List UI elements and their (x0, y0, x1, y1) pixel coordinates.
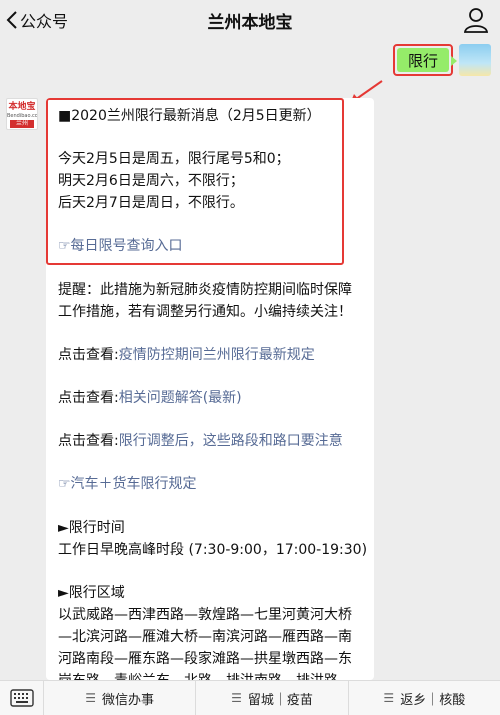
top-bar: 公众号 兰州本地宝 (0, 0, 500, 40)
bendibao-avatar[interactable]: 本地宝 Bendibao.com 兰州 (6, 98, 38, 130)
today-restriction: 今天2月5日是周五，限行尾号5和0； (58, 151, 290, 167)
back-button[interactable]: 公众号 (6, 0, 68, 40)
area-section-title: ►限行区域 (58, 585, 125, 601)
incoming-message: ■2020兰州限行最新消息（2月5日更新） 今天2月5日是周五，限行尾号5和0；… (46, 98, 374, 680)
view-prefix: 点击查看: (58, 347, 119, 363)
outgoing-message-highlight: 限行 (393, 44, 457, 76)
view-prefix: 点击查看: (58, 390, 119, 406)
page-title: 兰州本地宝 (207, 12, 293, 33)
area-text-3: 河路南段—雁东路—段家滩路—拱星墩西路—东 (58, 651, 352, 667)
faq-link[interactable]: 相关问题解答(最新) (119, 390, 242, 406)
reminder-line-2: 工作措施，若有调整另行通知。小编持续关注！ (58, 304, 352, 320)
menu-lines-icon: ☰ (383, 691, 395, 705)
avatar-logo-text: 本地宝 (8, 102, 36, 112)
view-link-row-2: 点击查看:相关问题解答(最新) (58, 388, 242, 408)
menu-item-label: 微信办事 (102, 692, 155, 708)
message-heading: ■2020兰州限行最新消息（2月5日更新） (58, 108, 321, 124)
time-section-title: ►限行时间 (58, 520, 125, 536)
user-avatar[interactable] (459, 44, 491, 76)
view-link-row-1: 点击查看:疫情防控期间兰州限行最新规定 (58, 345, 315, 365)
after-tomorrow-restriction: 后天2月7日是周日，不限行。 (58, 195, 244, 211)
reminder-line-1: 提醒：此措施为新冠肺炎疫情防控期间临时保障 (58, 282, 352, 298)
outgoing-message[interactable]: 限行 (397, 48, 457, 72)
bottom-menu: ☰ 微信办事 ☰ 留城｜疫苗 ☰ 返乡｜核酸 (0, 680, 500, 715)
menu-lines-icon: ☰ (231, 691, 242, 705)
keyboard-icon (9, 689, 34, 707)
menu-item-wechat-services[interactable]: ☰ 微信办事 (44, 680, 197, 715)
road-notice-link[interactable]: 限行调整后，这些路段和路口要注意 (119, 433, 343, 449)
menu-item-stay-vaccine[interactable]: ☰ 留城｜疫苗 (196, 680, 349, 715)
avatar-site-text: Bendibao.com (7, 113, 38, 119)
menu-item-return-nucleic[interactable]: ☰ 返乡｜核酸 (349, 681, 500, 715)
area-text-4: 岗东路—青峪兰东—北路—排洪南路—排洪路 (58, 671, 338, 680)
menu-item-label: 返乡｜核酸 (400, 692, 466, 708)
menu-item-label: 留城｜疫苗 (247, 692, 313, 708)
daily-query-link[interactable]: ☞每日限号查询入口 (58, 236, 183, 256)
time-section-text: 工作日早晚高峰时段 (7:30-9:00，17:00-19:30) (58, 542, 368, 558)
keyboard-toggle-button[interactable] (0, 680, 44, 715)
view-prefix: 点击查看: (58, 433, 119, 449)
view-link-row-3: 点击查看:限行调整后，这些路段和路口要注意 (58, 431, 343, 451)
chevron-left-icon (6, 11, 17, 29)
back-label: 公众号 (20, 12, 69, 31)
epidemic-rules-link[interactable]: 疫情防控期间兰州限行最新规定 (119, 347, 315, 363)
area-text-1: 以武威路—西津西路—敦煌路—七里河黄河大桥 (58, 607, 352, 623)
tomorrow-restriction: 明天2月6日是周六，不限行； (58, 173, 244, 189)
area-text-2: —北滨河路—雁滩大桥—南滨河路—雁西路—南 (58, 629, 352, 645)
avatar-city-text: 兰州 (10, 120, 34, 128)
menu-lines-icon: ☰ (85, 691, 97, 705)
vehicle-rules-link[interactable]: ☞汽车＋货车限行规定 (58, 474, 197, 494)
person-icon[interactable] (462, 6, 490, 34)
